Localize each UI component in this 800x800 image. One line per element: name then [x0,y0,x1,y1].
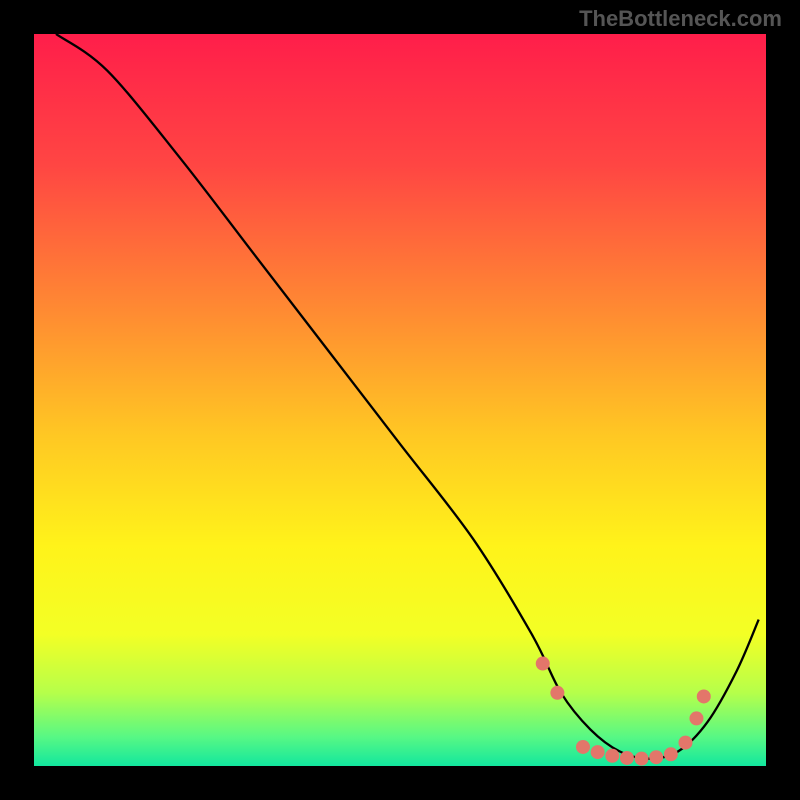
marker-dots [536,657,711,766]
marker-dot [591,745,605,759]
chart-overlay [34,34,766,766]
marker-dot [649,750,663,764]
watermark-text: TheBottleneck.com [579,6,782,32]
marker-dot [664,747,678,761]
marker-dot [605,749,619,763]
marker-dot [576,740,590,754]
marker-dot [697,689,711,703]
marker-dot [689,711,703,725]
curve-line [56,34,759,759]
marker-dot [620,751,634,765]
marker-dot [550,686,564,700]
marker-dot [536,657,550,671]
marker-dot [635,752,649,766]
marker-dot [678,736,692,750]
plot-area [34,34,766,766]
